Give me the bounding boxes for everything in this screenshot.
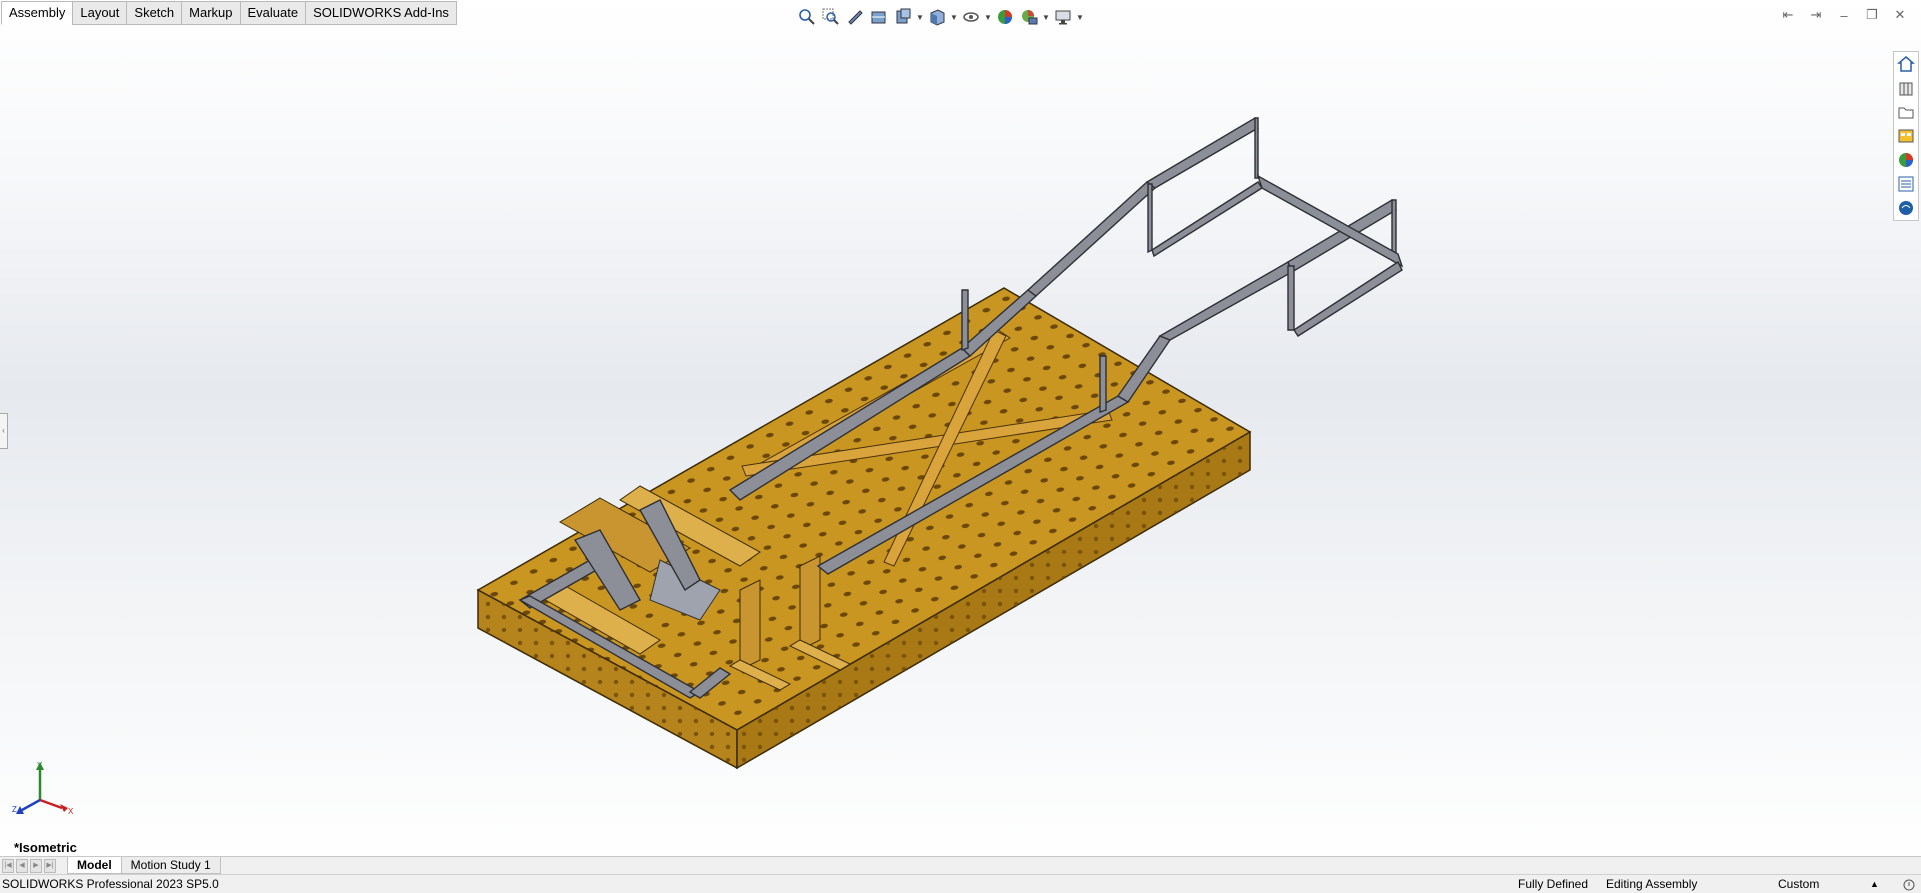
rebuild-notification-icon[interactable] <box>1902 875 1916 893</box>
view-settings-icon[interactable] <box>1051 5 1075 29</box>
previous-view-icon[interactable] <box>843 5 867 29</box>
file-explorer-icon[interactable] <box>1894 100 1918 124</box>
reference-triad: Y X Z <box>8 760 78 820</box>
tab-markup[interactable]: Markup <box>181 1 241 25</box>
product-version: SOLIDWORKS Professional 2023 SP5.0 <box>2 877 219 891</box>
command-manager-tabs: Assembly Layout Sketch Markup Evaluate S… <box>1 1 457 25</box>
document-window-controls: ⇤ ⇥ – ❐ ✕ <box>1779 6 1909 24</box>
last-tab-arrow-icon[interactable]: ▶| <box>44 858 56 873</box>
tile-left-icon[interactable]: ⇤ <box>1779 6 1797 24</box>
custom-properties-icon[interactable] <box>1894 172 1918 196</box>
graphics-area[interactable]: Assembly Layout Sketch Markup Evaluate S… <box>0 0 1921 862</box>
triad-z-label: Z <box>12 805 17 814</box>
close-icon[interactable]: ✕ <box>1891 6 1909 24</box>
apply-scene-icon[interactable] <box>1017 5 1041 29</box>
view-orientation-label: *Isometric <box>14 840 77 855</box>
unit-system-selector[interactable]: Custom <box>1778 875 1819 893</box>
assembly-model[interactable] <box>0 0 1921 862</box>
section-view-icon[interactable] <box>867 5 891 29</box>
document-tabs-bar: |◀ ◀ ▶ ▶| Model Motion Study 1 <box>0 856 1921 874</box>
unit-system-caret-icon[interactable]: ▲ <box>1870 875 1879 893</box>
task-pane-tabs <box>1893 51 1919 221</box>
tab-evaluate[interactable]: Evaluate <box>239 1 307 25</box>
zoom-to-fit-icon[interactable] <box>795 5 819 29</box>
tab-assembly[interactable]: Assembly <box>1 1 74 25</box>
section-view-caret-icon[interactable]: ▼ <box>915 5 925 29</box>
editing-mode: Editing Assembly <box>1606 877 1698 891</box>
display-style-caret-icon[interactable]: ▼ <box>983 5 993 29</box>
design-library-icon[interactable] <box>1894 76 1918 100</box>
first-tab-arrow-icon[interactable]: |◀ <box>2 858 14 873</box>
minimize-icon[interactable]: – <box>1835 6 1853 24</box>
tab-sketch[interactable]: Sketch <box>126 1 183 25</box>
display-style-icon[interactable] <box>959 5 983 29</box>
tab-motion-study-1[interactable]: Motion Study 1 <box>120 857 221 874</box>
feature-manager-expand-handle[interactable]: ‹ <box>0 413 8 449</box>
status-bar: SOLIDWORKS Professional 2023 SP5.0 Fully… <box>0 874 1921 893</box>
tab-layout[interactable]: Layout <box>72 1 128 25</box>
tab-model[interactable]: Model <box>67 857 122 874</box>
edit-appearance-icon[interactable] <box>993 5 1017 29</box>
view-settings-caret-icon[interactable]: ▼ <box>1075 5 1085 29</box>
triad-x-label: X <box>68 807 74 816</box>
apply-scene-caret-icon[interactable]: ▼ <box>1041 5 1051 29</box>
solidworks-forum-icon[interactable] <box>1894 196 1918 220</box>
view-orientation-icon[interactable] <box>925 5 949 29</box>
triad-y-label: Y <box>37 761 43 770</box>
heads-up-view-toolbar: ▼ ▼ ▼ ▼ ▼ <box>795 4 1085 30</box>
next-tab-arrow-icon[interactable]: ▶ <box>30 858 42 873</box>
solidworks-resources-icon[interactable] <box>1894 52 1918 76</box>
dynamic-annotation-icon[interactable] <box>891 5 915 29</box>
view-orientation-caret-icon[interactable]: ▼ <box>949 5 959 29</box>
tab-solidworks-add-ins[interactable]: SOLIDWORKS Add-Ins <box>305 1 457 25</box>
tile-right-icon[interactable]: ⇥ <box>1807 6 1825 24</box>
sketch-status: Fully Defined <box>1518 877 1589 891</box>
appearances-icon[interactable] <box>1894 148 1918 172</box>
zoom-to-area-icon[interactable] <box>819 5 843 29</box>
prev-tab-arrow-icon[interactable]: ◀ <box>16 858 28 873</box>
view-palette-icon[interactable] <box>1894 124 1918 148</box>
restore-icon[interactable]: ❐ <box>1863 6 1881 24</box>
